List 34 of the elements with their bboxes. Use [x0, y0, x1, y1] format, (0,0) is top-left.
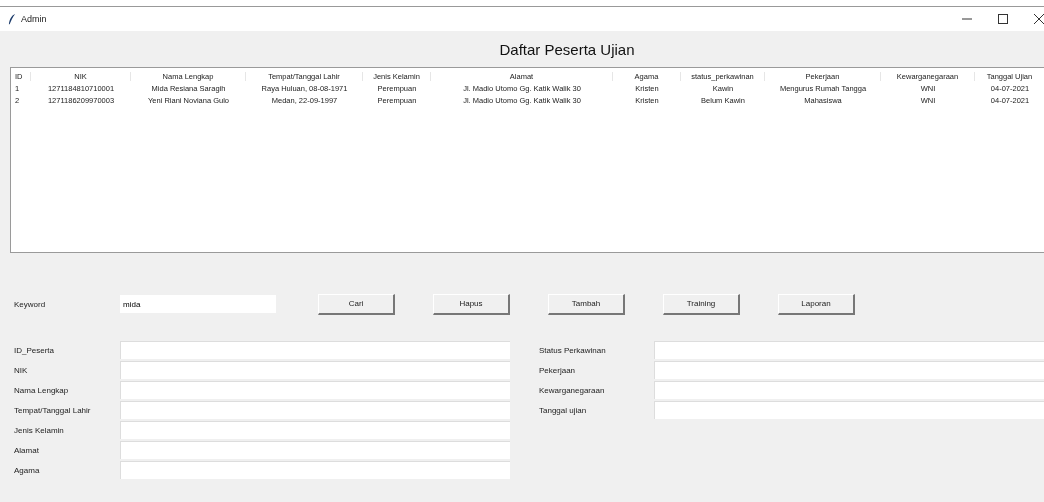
input-field[interactable]: [120, 341, 510, 359]
input-field[interactable]: [120, 381, 510, 399]
input-field[interactable]: [120, 421, 510, 439]
input-field[interactable]: [654, 381, 1044, 399]
field-label: Agama: [13, 465, 41, 475]
field-label: Jenis Kelamin: [13, 425, 65, 435]
input-field[interactable]: [654, 361, 1044, 379]
close-icon[interactable]: [1034, 14, 1044, 24]
field-label: Kewarganegaraan: [538, 385, 606, 395]
input-field[interactable]: [654, 341, 1044, 359]
input-field[interactable]: [120, 461, 510, 479]
field-label: Tanggal ujian: [538, 405, 588, 415]
page-heading: Daftar Peserta Ujian: [499, 41, 635, 58]
field-label: Status Perkawinan: [538, 345, 607, 355]
action-button[interactable]: Hapus: [433, 293, 510, 315]
input-field[interactable]: [120, 441, 510, 459]
input-field[interactable]: [654, 401, 1044, 419]
input-field[interactable]: [120, 361, 510, 379]
field-label: Alamat: [13, 445, 40, 455]
input-field[interactable]: [120, 401, 510, 419]
window-title: Admin: [21, 14, 47, 24]
field-label: Pekerjaan: [538, 365, 577, 375]
field-label: Tempat/Tanggal Lahir: [13, 405, 92, 415]
feather-icon: [8, 13, 16, 25]
field-label: Nama Lengkap: [13, 385, 70, 395]
action-button[interactable]: Cari: [318, 293, 395, 315]
action-button[interactable]: Laporan: [778, 293, 855, 315]
field-label: ID_Peserta: [13, 345, 56, 355]
keyword-label: Keyword: [13, 299, 47, 309]
maximize-icon[interactable]: [998, 14, 1008, 24]
field-label: NIK: [13, 365, 29, 375]
action-button[interactable]: Training: [663, 293, 740, 315]
keyword-field[interactable]: mida: [120, 295, 276, 313]
action-button[interactable]: Tambah: [548, 293, 625, 315]
